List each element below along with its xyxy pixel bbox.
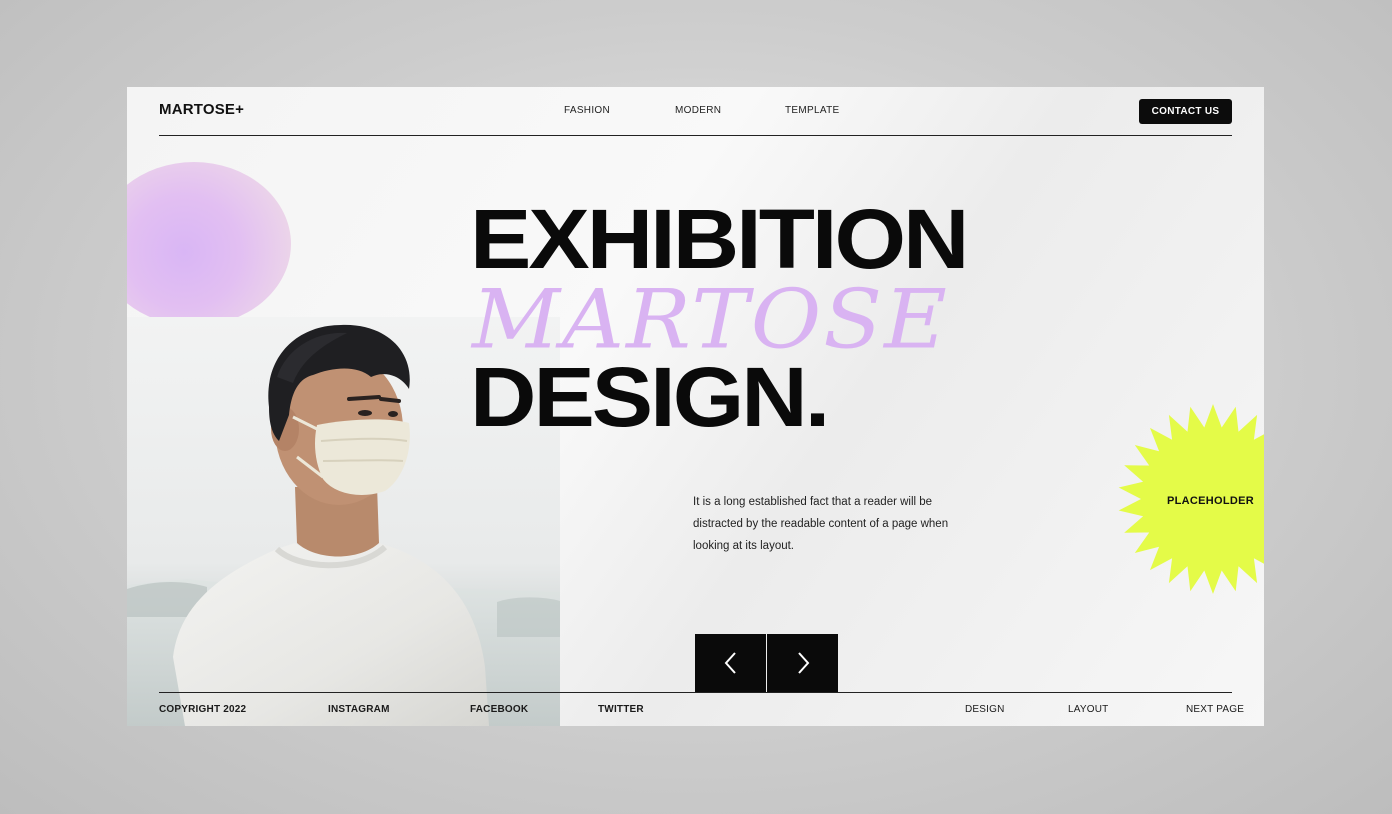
footer-link-twitter[interactable]: TWITTER — [598, 704, 644, 715]
slide-frame: MARTOSE+ FASHION MODERN TEMPLATE CONTACT… — [127, 87, 1264, 726]
chevron-right-icon — [797, 652, 809, 674]
footer-link-layout[interactable]: LAYOUT — [1068, 704, 1108, 715]
hero-title-line-3: DESIGN. — [470, 350, 830, 445]
gradient-blob-decoration — [127, 162, 291, 326]
starburst-badge-label: PLACEHOLDER — [1167, 495, 1255, 507]
nav-link-modern[interactable]: MODERN — [675, 105, 721, 116]
footer-divider — [159, 692, 1232, 693]
prev-slide-button[interactable] — [695, 634, 766, 692]
footer-link-next-page[interactable]: NEXT PAGE — [1186, 704, 1244, 715]
contact-us-button[interactable]: CONTACT US — [1139, 99, 1232, 124]
next-slide-button[interactable] — [767, 634, 838, 692]
hero-description: It is a long established fact that a rea… — [693, 496, 949, 552]
hero-title-script: MARTOSE — [472, 272, 949, 368]
header-divider — [159, 135, 1232, 136]
footer-link-instagram[interactable]: INSTAGRAM — [328, 704, 390, 715]
nav-link-fashion[interactable]: FASHION — [564, 105, 610, 116]
footer-copyright: COPYRIGHT 2022 — [159, 704, 247, 715]
brand-logo[interactable]: MARTOSE+ — [159, 101, 244, 118]
nav-link-template[interactable]: TEMPLATE — [785, 105, 839, 116]
hero-title-line-1: EXHIBITION — [470, 192, 969, 287]
footer-link-design[interactable]: DESIGN — [965, 704, 1005, 715]
footer-link-facebook[interactable]: FACEBOOK — [470, 704, 528, 715]
chevron-left-icon — [724, 652, 736, 674]
